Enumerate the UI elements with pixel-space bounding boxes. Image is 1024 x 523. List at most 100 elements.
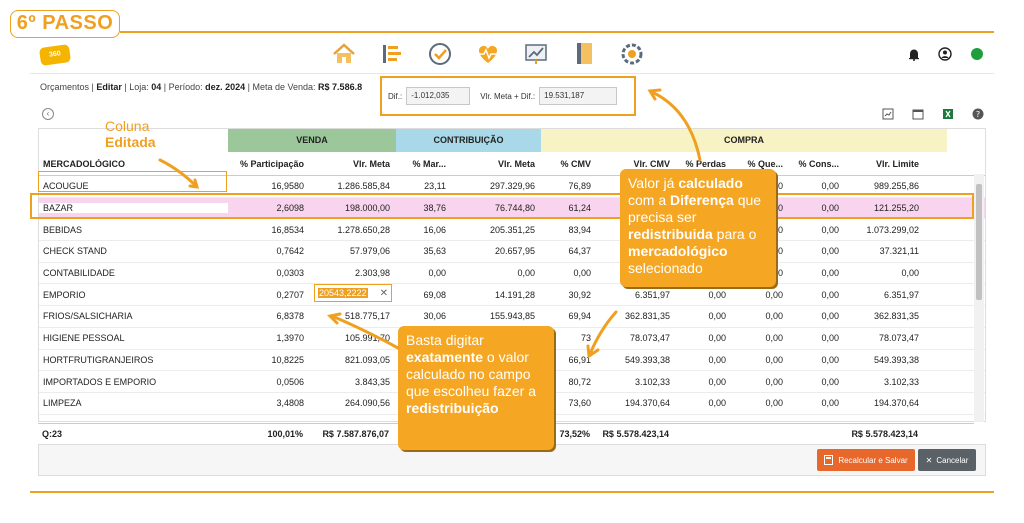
table-cell: 3.102,33	[634, 376, 670, 387]
group-header-row: VENDA CONTRIBUIÇÃO COMPRA	[39, 129, 985, 152]
app-logo[interactable]: 360	[38, 43, 72, 67]
svg-text:?: ?	[976, 110, 980, 119]
table-cell: 0,00	[428, 268, 446, 279]
table-row[interactable]: BEBIDAS 16,8534 1.278.650,28 16,06 205.351,2…	[39, 219, 985, 242]
dif-field[interactable]: -1.012,035	[406, 87, 471, 105]
table-cell[interactable]: 105.991,70	[310, 333, 396, 343]
column-header[interactable]: MERCADOLÓGICO	[39, 159, 228, 169]
table-cell: 0,0303	[276, 268, 304, 279]
column-header[interactable]: % Cons...	[789, 159, 845, 169]
table-cell: 0,00	[821, 354, 839, 365]
settings-icon[interactable]	[618, 40, 646, 68]
table-cell: BAZAR	[39, 203, 228, 214]
table-cell: 16,8534	[271, 224, 304, 235]
check-circle-icon[interactable]	[426, 40, 454, 68]
table-cell: 0,00	[821, 376, 839, 387]
table-row[interactable]: CHECK STAND 0,7642 57.979,06 35,63 20.657,95…	[39, 241, 985, 263]
close-icon: ✕	[925, 455, 933, 465]
total-cell: R$ 5.578.423,14	[602, 428, 669, 439]
table-cell: 69,08	[423, 289, 446, 300]
table-cell: EMPORIO	[43, 289, 86, 300]
recalculate-save-button[interactable]: Recalcular e Salvar	[817, 449, 915, 471]
help-icon[interactable]: ?	[972, 108, 984, 120]
table-cell: 30,92	[568, 289, 591, 300]
column-header[interactable]: Vlr. Limite	[845, 159, 925, 169]
chart-icon[interactable]	[522, 40, 550, 68]
column-header[interactable]: Vlr. Meta	[452, 159, 541, 169]
table-row[interactable]: EMPORIO 0,2707 69,08 14.191,28 30,92 6.351,97…	[39, 284, 985, 307]
column-header[interactable]: Vlr. Meta	[310, 159, 396, 169]
table-row[interactable]: ACOUGUE 16,9580 1.286.585,84 23,11 297.329,9…	[39, 176, 985, 198]
column-header[interactable]: % CMV	[541, 159, 597, 169]
meta-dif-field[interactable]: 19.531,187	[539, 87, 618, 105]
checklist-icon[interactable]	[378, 40, 406, 68]
heart-pulse-icon[interactable]	[474, 40, 502, 68]
user-icon[interactable]	[938, 47, 952, 63]
table-row[interactable]: CONTABILIDADE 0,0303 2.303,98 0,00 0,00 0,00 0…	[39, 263, 985, 285]
table-cell: 76,89	[568, 181, 591, 192]
table-cell[interactable]: 1.286.585,84	[310, 181, 396, 191]
table-cell: 0,00	[765, 311, 783, 322]
table-cell[interactable]: 3.843,35	[310, 377, 396, 387]
scroll-thumb[interactable]	[976, 184, 982, 300]
status-dot-icon	[970, 47, 984, 63]
save-label: Recalcular e Salvar	[838, 455, 908, 465]
table-cell: 0,0506	[276, 376, 304, 387]
table-cell: 0,00	[765, 376, 783, 387]
home-icon[interactable]	[330, 40, 358, 68]
difference-panel: Dif.: -1.012,035 Vlr. Meta + Dif.: 19.53…	[380, 76, 636, 116]
vlr-meta-edit-input[interactable]: 20543,2222 ✕	[314, 284, 392, 302]
column-header[interactable]: % Participação	[228, 159, 310, 169]
callout2-text: Basta digitar	[406, 332, 484, 348]
table-cell[interactable]: 821.093,05	[310, 355, 396, 365]
total-cell: R$ 5.578.423,14	[851, 428, 918, 439]
table-cell: LIMPEZA	[43, 398, 82, 409]
table-cell: 121.255,20	[873, 203, 919, 214]
callout2-bold: exatamente	[406, 349, 484, 365]
coluna-editada-label: Coluna Editada	[105, 118, 156, 150]
table-cell: 0,00	[765, 398, 783, 409]
loja-value: 04	[151, 82, 162, 92]
table-cell[interactable]: 264.090,56	[310, 398, 396, 408]
column-header[interactable]: % Perdas	[676, 159, 732, 169]
table-tools: ?	[882, 108, 984, 120]
column-header[interactable]: % Mar...	[396, 159, 452, 169]
user-tools	[908, 47, 984, 63]
excel-icon[interactable]	[942, 108, 954, 120]
table-cell: 0,00	[708, 311, 726, 322]
table-row[interactable]: BAZAR 2,6098 198.000,00 38,76 76.744,80 61,24…	[39, 197, 985, 220]
table-cell: 2,6098	[276, 203, 304, 214]
column-header[interactable]: Vlr. CMV	[597, 159, 676, 169]
table-cell: FRIOS/SALSICHARIA	[43, 311, 133, 322]
trend-icon[interactable]	[882, 108, 894, 120]
cancel-button[interactable]: ✕ Cancelar	[918, 449, 976, 471]
table-cell: 69,94	[568, 311, 591, 322]
calendar-icon[interactable]	[912, 108, 924, 120]
table-cell: 0,00	[765, 333, 783, 344]
back-icon[interactable]: ‹	[42, 108, 54, 120]
table-cell: ACOUGUE	[43, 181, 89, 192]
table-cell[interactable]: 2.303,98	[310, 268, 396, 278]
table-cell: 3.102,33	[883, 376, 919, 387]
column-header[interactable]: % Que...	[732, 159, 789, 169]
table-cell: 362.831,35	[624, 311, 670, 322]
bell-icon[interactable]	[908, 48, 920, 63]
meta-label: | Meta de Venda:	[245, 82, 319, 92]
table-cell[interactable]: 518.775,17	[310, 311, 396, 321]
notebook-icon[interactable]	[570, 40, 598, 68]
clear-icon[interactable]: ✕	[380, 288, 388, 299]
table-cell[interactable]: 57.979,06	[310, 246, 396, 256]
table-cell: 16,06	[423, 224, 446, 235]
table-scrollbar[interactable]	[974, 174, 984, 422]
table-cell: 3,4808	[276, 398, 304, 409]
table-cell: 61,24	[568, 203, 591, 214]
callout-calculated-value: Valor já calculado com a Diferença que p…	[620, 169, 776, 287]
table-cell: 0,00	[821, 311, 839, 322]
table-cell[interactable]: 1.278.650,28	[310, 225, 396, 235]
table-cell: CHECK STAND	[43, 246, 107, 257]
table-cell: 0,00	[821, 203, 839, 214]
table-cell[interactable]: 198.000,00	[310, 203, 396, 213]
edit-value: 20543,2222	[318, 288, 368, 298]
coluna-line1: Coluna	[105, 118, 150, 134]
table-row[interactable]: FRIOS/SALSICHARIA 6,8378 518.775,17 30,06 15…	[39, 306, 985, 328]
